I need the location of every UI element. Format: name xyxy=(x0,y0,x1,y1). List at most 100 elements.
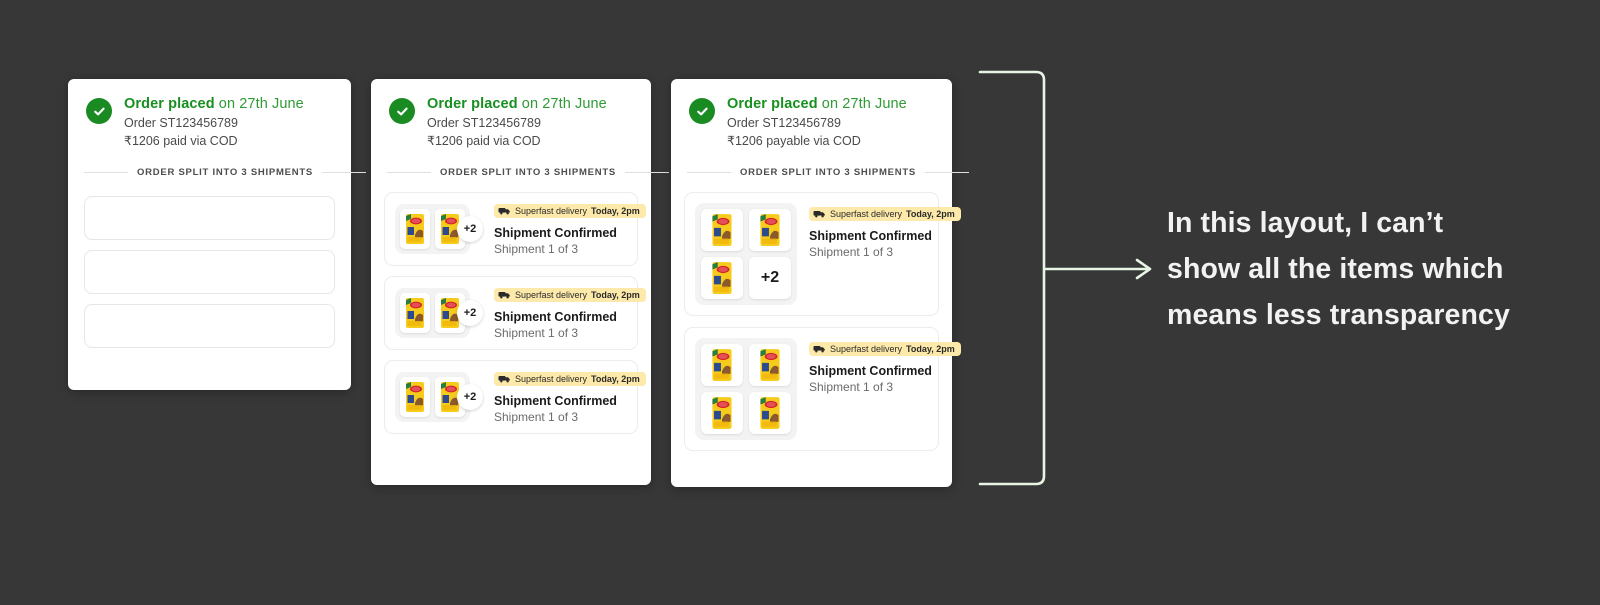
shipment-info: Superfast delivery Today, 2pm Shipment C… xyxy=(494,286,646,340)
divider-rule-left xyxy=(84,172,128,174)
superfast-delivery-badge: Superfast delivery Today, 2pm xyxy=(494,203,646,218)
truck-icon xyxy=(813,344,826,353)
snack-packet-thumbnail xyxy=(749,344,791,387)
order-status-date: on 27th June xyxy=(214,96,304,112)
check-circle-icon xyxy=(86,98,112,124)
shipment-list: +2 Superfast delivery Today, 2pm Shipmen… xyxy=(371,178,651,435)
order-status-bold: Order placed xyxy=(124,96,215,112)
badge-time: Today, 2pm xyxy=(906,343,955,354)
snack-packet-thumbnail xyxy=(400,377,430,418)
overflow-count-tile[interactable]: +2 xyxy=(749,257,791,300)
order-status-bold: Order placed xyxy=(427,96,518,112)
order-payment: ₹1206 paid via COD xyxy=(427,133,541,148)
canvas: Order placed on 27th June Order ST123456… xyxy=(0,0,1600,605)
order-split-label: ORDER SPLIT INTO 3 SHIPMENTS xyxy=(440,167,617,179)
annotation-arrow-icon xyxy=(1044,255,1162,283)
shipment-thumbnail-grid xyxy=(695,338,797,441)
order-status-date: on 27th June xyxy=(817,96,907,112)
order-header-text: Order placed on 27th June Order ST123456… xyxy=(427,95,607,149)
shipment-count: Shipment 1 of 3 xyxy=(494,242,579,257)
annotation-text: In this layout, I can’t show all the ite… xyxy=(1167,200,1567,338)
overflow-count-chip[interactable]: +2 xyxy=(457,216,483,243)
overflow-count-chip[interactable]: +2 xyxy=(457,384,483,411)
shipment-status: Shipment Confirmed xyxy=(494,394,617,409)
annotation-line-2: show all the items which xyxy=(1167,253,1504,285)
shipment-info: Superfast delivery Today, 2pm Shipment C… xyxy=(494,202,646,257)
badge-time: Today, 2pm xyxy=(591,373,640,384)
shipment-row[interactable]: +2 Superfast delivery Today, 2pm Shipmen… xyxy=(384,192,646,267)
badge-prefix: Superfast delivery xyxy=(515,289,588,300)
badge-prefix: Superfast delivery xyxy=(515,205,588,216)
truck-icon xyxy=(813,209,826,218)
order-header: Order placed on 27th June Order ST123456… xyxy=(68,79,351,149)
order-header-text: Order placed on 27th June Order ST123456… xyxy=(124,95,304,149)
order-status-title: Order placed on 27th June xyxy=(727,95,907,113)
divider-rule-right xyxy=(322,172,367,174)
snack-packet-thumbnail xyxy=(400,209,430,250)
snack-packet-thumbnail xyxy=(701,257,743,300)
order-split-label: ORDER SPLIT INTO 3 SHIPMENTS xyxy=(740,167,917,179)
superfast-delivery-badge: Superfast delivery Today, 2pm xyxy=(809,341,961,356)
shipment-info: Superfast delivery Today, 2pm Shipment C… xyxy=(494,370,646,425)
badge-prefix: Superfast delivery xyxy=(830,208,903,219)
snack-packet-thumbnail xyxy=(701,344,743,387)
truck-icon xyxy=(498,374,511,383)
order-payment: ₹1206 payable via COD xyxy=(727,133,861,148)
order-status-title: Order placed on 27th June xyxy=(427,95,607,113)
overflow-count-chip[interactable]: +2 xyxy=(457,300,483,327)
shipment-count: Shipment 1 of 3 xyxy=(494,410,579,425)
snack-packet-thumbnail xyxy=(749,209,791,252)
order-id: Order ST123456789 xyxy=(727,116,841,131)
truck-icon xyxy=(498,290,511,299)
badge-prefix: Superfast delivery xyxy=(515,373,588,384)
snack-packet-thumbnail xyxy=(701,392,743,435)
shipment-status: Shipment Confirmed xyxy=(494,226,617,241)
order-card-rows: Order placed on 27th June Order ST123456… xyxy=(371,79,670,485)
divider-rule-left xyxy=(687,172,731,174)
shipment-row[interactable]: +2 Superfast delivery Today, 2pm Shipmen… xyxy=(384,276,646,351)
snack-packet-thumbnail xyxy=(701,209,743,252)
order-header-text: Order placed on 27th June Order ST123456… xyxy=(727,95,907,149)
order-header: Order placed on 27th June Order ST123456… xyxy=(371,79,651,149)
shipment-thumbnails: +2 xyxy=(395,288,483,339)
shipment-placeholder-1[interactable] xyxy=(84,196,335,241)
divider-rule-right xyxy=(625,172,670,174)
shipment-status: Shipment Confirmed xyxy=(809,229,932,244)
check-circle-icon xyxy=(389,98,415,124)
superfast-delivery-badge: Superfast delivery Today, 2pm xyxy=(494,287,646,302)
superfast-delivery-badge: Superfast delivery Today, 2pm xyxy=(809,206,961,221)
order-card-placeholders: Order placed on 27th June Order ST123456… xyxy=(68,79,367,390)
shipment-count: Shipment 1 of 3 xyxy=(809,380,894,395)
shipment-thumbnails: +2 xyxy=(395,204,483,255)
order-status-bold: Order placed xyxy=(727,96,818,112)
shipment-row[interactable]: +2 Superfast delivery Today, 2pm Shipmen… xyxy=(384,360,646,435)
shipment-thumbnails: +2 xyxy=(395,372,483,423)
annotation-bracket xyxy=(978,70,1052,486)
annotation-line-1: In this layout, I can’t xyxy=(1167,207,1444,239)
shipment-status: Shipment Confirmed xyxy=(809,364,932,379)
order-split-divider: ORDER SPLIT INTO 3 SHIPMENTS xyxy=(687,167,970,179)
divider-rule-left xyxy=(387,172,431,174)
badge-time: Today, 2pm xyxy=(906,208,955,219)
shipment-placeholder-2[interactable] xyxy=(84,250,335,295)
badge-time: Today, 2pm xyxy=(591,289,640,300)
check-circle-icon xyxy=(689,98,715,124)
order-status-date: on 27th June xyxy=(517,96,607,112)
shipment-placeholder-3[interactable] xyxy=(84,304,335,349)
shipment-placeholder-list xyxy=(68,178,351,349)
badge-time: Today, 2pm xyxy=(591,205,640,216)
order-split-label: ORDER SPLIT INTO 3 SHIPMENTS xyxy=(137,167,314,179)
order-payment: ₹1206 paid via COD xyxy=(124,133,238,148)
order-split-divider: ORDER SPLIT INTO 3 SHIPMENTS xyxy=(84,167,367,179)
shipment-thumbnail-grid: +2 xyxy=(695,203,797,306)
order-split-divider: ORDER SPLIT INTO 3 SHIPMENTS xyxy=(387,167,670,179)
shipment-info: Superfast delivery Today, 2pm Shipment C… xyxy=(809,203,961,259)
order-card-grid: Order placed on 27th June Order ST123456… xyxy=(671,79,970,487)
annotation-line-3: means less transparency xyxy=(1167,299,1510,331)
order-header: Order placed on 27th June Order ST123456… xyxy=(671,79,952,149)
badge-prefix: Superfast delivery xyxy=(830,343,903,354)
shipment-block[interactable]: +2 Superfast delivery Today, 2pm Shipmen… xyxy=(684,192,961,317)
shipment-list: +2 Superfast delivery Today, 2pm Shipmen… xyxy=(671,178,961,452)
shipment-block[interactable]: Superfast delivery Today, 2pm Shipment C… xyxy=(684,327,961,452)
shipment-info: Superfast delivery Today, 2pm Shipment C… xyxy=(809,338,961,394)
